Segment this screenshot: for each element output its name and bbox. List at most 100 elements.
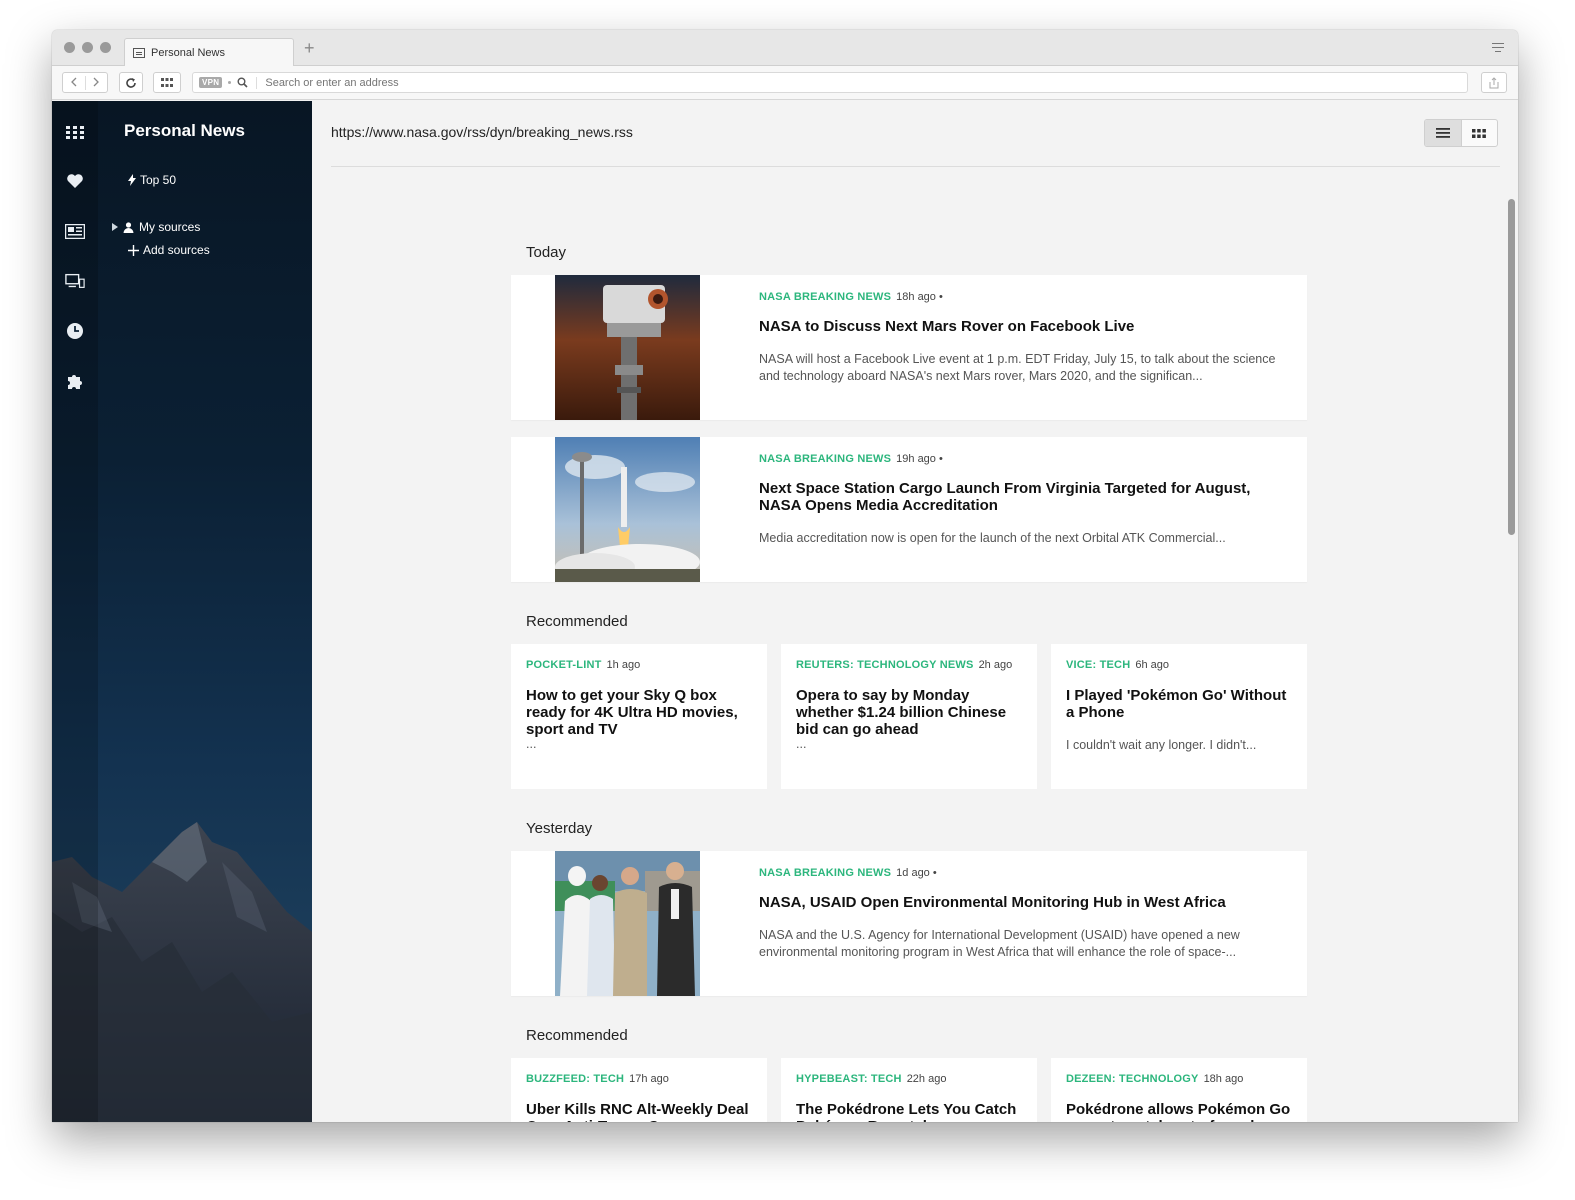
sidebar-item-my-sources[interactable]: My sources — [112, 220, 200, 234]
article-source[interactable]: NASA BREAKING NEWS — [759, 453, 891, 465]
article-time: 1d ago • — [896, 867, 937, 879]
browser-window: Personal News + VPN Search or enter an a… — [52, 30, 1518, 1122]
user-icon — [123, 221, 134, 233]
sidebar-item-my-sources-label: My sources — [139, 220, 201, 234]
address-input[interactable] — [265, 76, 866, 89]
recommended-card[interactable]: HYPEBEAST: TECH 22h ago The Pokédrone Let… — [781, 1058, 1037, 1122]
article-title[interactable]: NASA to Discuss Next Mars Rover on Faceb… — [759, 318, 1289, 335]
article-title[interactable]: Uber Kills RNC Alt-Weekly Deal Over Anti… — [526, 1101, 756, 1122]
article-meta: NASA BREAKING NEWS 19h ago • — [759, 453, 943, 465]
article-title[interactable]: Opera to say by Monday whether $1.24 bil… — [796, 687, 1026, 738]
article-source[interactable]: NASA BREAKING NEWS — [759, 867, 891, 879]
article-time: 17h ago — [629, 1073, 669, 1085]
news-feed: https://www.nasa.gov/rss/dyn/breaking_ne… — [312, 101, 1518, 1122]
article-time: 18h ago • — [896, 291, 943, 303]
list-view-icon — [1435, 128, 1450, 138]
share-icon — [1489, 76, 1499, 88]
article-source[interactable]: DEZEEN: TECHNOLOGY — [1066, 1073, 1199, 1085]
forward-arrow-icon — [93, 77, 99, 86]
section-recommended: Recommended — [526, 613, 628, 630]
grid-view-icon — [1472, 128, 1487, 138]
reload-button[interactable] — [119, 72, 143, 93]
addr-divider — [256, 76, 258, 89]
grid-view-button[interactable] — [1462, 120, 1498, 146]
article-title[interactable]: How to get your Sky Q box ready for 4K U… — [526, 687, 756, 738]
article-meta: BUZZFEED: TECH 17h ago — [526, 1073, 669, 1085]
article-time: 18h ago — [1203, 1073, 1244, 1085]
article-time: 19h ago • — [896, 453, 943, 465]
minimize-window-button[interactable] — [82, 42, 93, 53]
article-source[interactable]: VICE: TECH — [1066, 659, 1130, 671]
article-meta: NASA BREAKING NEWS 18h ago • — [759, 291, 943, 303]
section-today: Today — [526, 244, 567, 261]
vpn-badge[interactable]: VPN — [199, 77, 223, 88]
article-meta: REUTERS: TECHNOLOGY NEWS 2h ago — [796, 659, 1012, 671]
close-window-button[interactable] — [64, 42, 75, 53]
expand-arrow-icon[interactable] — [112, 223, 118, 231]
sidebar-item-add-sources-label: Add sources — [143, 243, 210, 257]
article-title[interactable]: I Played 'Pokémon Go' Without a Phone — [1066, 687, 1296, 721]
article-excerpt: Media accreditation now is open for the … — [759, 531, 1226, 545]
speed-dial-button[interactable] — [153, 72, 181, 93]
article-source[interactable]: BUZZFEED: TECH — [526, 1073, 624, 1085]
sidebar-item-top50[interactable]: Top 50 — [128, 173, 176, 187]
article-card[interactable]: NASA BREAKING NEWS 18h ago • NASA to Disc… — [511, 275, 1307, 420]
article-meta: HYPEBEAST: TECH 22h ago — [796, 1073, 946, 1085]
article-source[interactable]: HYPEBEAST: TECH — [796, 1073, 902, 1085]
article-meta: POCKET-LINT 1h ago — [526, 659, 640, 671]
address-bar[interactable]: VPN — [192, 72, 1468, 93]
plus-icon — [128, 244, 139, 256]
article-source[interactable]: REUTERS: TECHNOLOGY NEWS — [796, 659, 974, 671]
tab-title: Personal News — [151, 46, 225, 59]
history-icon[interactable] — [65, 321, 85, 341]
share-button[interactable] — [1481, 72, 1507, 93]
article-title[interactable]: Next Space Station Cargo Launch From Vir… — [759, 480, 1289, 514]
article-title[interactable]: The Pokédrone Lets You Catch Pokémon Rem… — [796, 1101, 1026, 1122]
article-title[interactable]: NASA, USAID Open Environmental Monitorin… — [759, 894, 1289, 911]
article-excerpt: ... — [526, 737, 537, 751]
sidebar-title: Personal News — [124, 121, 245, 140]
addr-separator-dot — [228, 81, 232, 84]
article-meta: DEZEEN: TECHNOLOGY 18h ago — [1066, 1073, 1243, 1085]
article-excerpt: NASA will host a Facebook Live event at … — [759, 352, 1276, 383]
article-excerpt: ... — [796, 737, 807, 751]
tab-personal-news[interactable]: Personal News — [124, 38, 294, 66]
article-source[interactable]: POCKET-LINT — [526, 659, 602, 671]
tab-strip: Personal News + — [52, 30, 1518, 66]
extensions-icon[interactable] — [65, 371, 85, 391]
article-card[interactable]: NASA BREAKING NEWS 1d ago • NASA, USAID O… — [511, 851, 1307, 996]
tab-menu-icon[interactable] — [1492, 43, 1504, 55]
devices-icon[interactable] — [65, 271, 85, 291]
back-arrow-icon — [71, 77, 77, 86]
article-meta: VICE: TECH 6h ago — [1066, 659, 1169, 671]
speed-dial-icon[interactable] — [65, 122, 85, 142]
article-source[interactable]: NASA BREAKING NEWS — [759, 291, 891, 303]
recommended-card[interactable]: VICE: TECH 6h ago I Played 'Pokémon Go' W… — [1051, 644, 1307, 789]
news-tab-icon — [133, 47, 145, 58]
section-yesterday: Yesterday — [526, 820, 593, 837]
scrollbar[interactable] — [1508, 199, 1515, 535]
section-recommended: Recommended — [526, 1027, 628, 1044]
new-tab-button[interactable]: + — [304, 38, 315, 58]
view-toggle — [1424, 119, 1498, 147]
heart-icon[interactable] — [65, 171, 85, 191]
article-card[interactable]: NASA BREAKING NEWS 19h ago • Next Space S… — [511, 437, 1307, 582]
back-button[interactable] — [63, 75, 86, 90]
recommended-card[interactable]: BUZZFEED: TECH 17h ago Uber Kills RNC Alt… — [511, 1058, 767, 1122]
article-meta: NASA BREAKING NEWS 1d ago • — [759, 867, 937, 879]
article-thumbnail-mars-rover[interactable] — [555, 275, 700, 420]
article-title[interactable]: Pokédrone allows Pokémon Go users to cat… — [1066, 1101, 1296, 1122]
zoom-window-button[interactable] — [100, 42, 111, 53]
article-thumbnail-launch[interactable] — [555, 437, 700, 582]
reload-icon — [126, 77, 136, 88]
recommended-card[interactable]: REUTERS: TECHNOLOGY NEWS 2h ago Opera to … — [781, 644, 1037, 789]
recommended-card[interactable]: POCKET-LINT 1h ago How to get your Sky Q … — [511, 644, 767, 789]
list-view-button[interactable] — [1425, 120, 1462, 146]
sidebar-item-top50-label: Top 50 — [140, 173, 177, 187]
article-thumbnail-west-africa[interactable] — [555, 851, 700, 996]
browser-toolbar: VPN — [52, 66, 1518, 100]
news-icon[interactable] — [65, 221, 85, 241]
sidebar-item-add-sources[interactable]: Add sources — [128, 243, 210, 257]
forward-button[interactable] — [86, 76, 108, 90]
recommended-card[interactable]: DEZEEN: TECHNOLOGY 18h ago Pokédrone allo… — [1051, 1058, 1307, 1122]
